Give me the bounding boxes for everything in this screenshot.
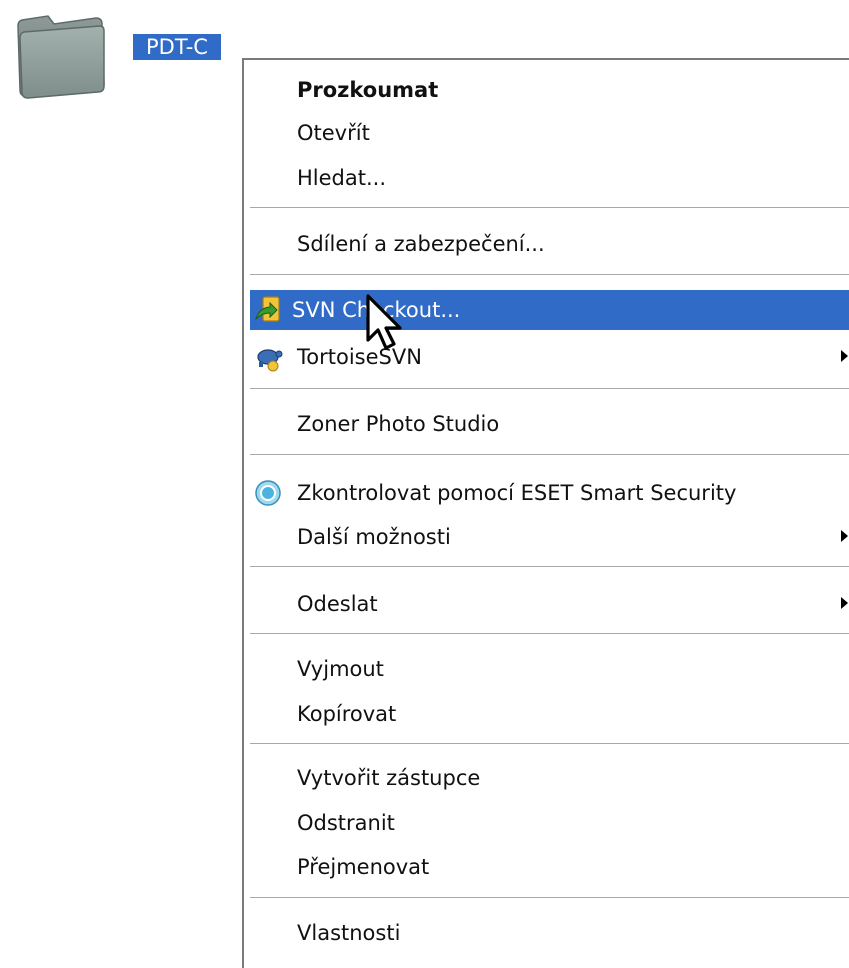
menu-item-hledat[interactable]: Hledat... <box>250 161 849 195</box>
menu-item-odstranit[interactable]: Odstranit <box>250 806 849 840</box>
menu-item-zoner-photo-studio[interactable]: Zoner Photo Studio <box>250 407 849 441</box>
menu-item-label: Vytvořit zástupce <box>297 766 481 790</box>
menu-item-svn-checkout[interactable]: SVN Checkout... <box>250 290 849 330</box>
submenu-arrow-icon <box>841 597 848 609</box>
menu-item-label: Zkontrolovat pomocí ESET Smart Security <box>297 481 737 505</box>
menu-item-eset-scan[interactable]: Zkontrolovat pomocí ESET Smart Security <box>250 476 849 510</box>
menu-item-label: Odstranit <box>297 811 395 835</box>
menu-separator <box>250 454 849 455</box>
eset-icon <box>255 480 281 506</box>
menu-item-label: Vlastnosti <box>297 921 401 945</box>
menu-item-kopirovat[interactable]: Kopírovat <box>250 697 849 731</box>
menu-item-label: Sdílení a zabezpečení... <box>297 232 545 256</box>
menu-item-label: Hledat... <box>297 166 387 190</box>
menu-item-label: Otevřít <box>297 121 370 145</box>
menu-item-label: Zoner Photo Studio <box>297 412 500 436</box>
folder-name-label[interactable]: PDT-C <box>133 34 221 60</box>
folder-icon[interactable] <box>12 6 108 102</box>
menu-item-label: TortoiseSVN <box>297 345 422 369</box>
menu-separator <box>250 207 849 208</box>
menu-item-sdileni[interactable]: Sdílení a zabezpečení... <box>250 227 849 261</box>
menu-separator <box>250 633 849 634</box>
menu-separator <box>250 897 849 898</box>
menu-item-prozkoumat[interactable]: Prozkoumat <box>250 73 849 107</box>
menu-item-otevrit[interactable]: Otevřít <box>250 116 849 150</box>
menu-item-vyjmout[interactable]: Vyjmout <box>250 652 849 686</box>
menu-separator <box>250 566 849 567</box>
menu-item-odeslat[interactable]: Odeslat <box>250 587 849 621</box>
menu-item-label: Odeslat <box>297 592 378 616</box>
submenu-arrow-icon <box>841 530 848 542</box>
menu-item-vlastnosti[interactable]: Vlastnosti <box>250 916 849 950</box>
menu-item-label: Prozkoumat <box>297 78 439 102</box>
menu-item-label: Další možnosti <box>297 525 451 549</box>
menu-item-label: Přejmenovat <box>297 855 430 879</box>
menu-item-dalsi-moznosti[interactable]: Další možnosti <box>250 520 849 554</box>
menu-item-label: Vyjmout <box>297 657 384 681</box>
menu-item-vytvorit-zastupce[interactable]: Vytvořit zástupce <box>250 761 849 795</box>
menu-item-tortoisesvn[interactable]: TortoiseSVN <box>250 340 849 374</box>
submenu-arrow-icon <box>841 350 848 362</box>
menu-item-label: Kopírovat <box>297 702 397 726</box>
menu-separator <box>250 743 849 744</box>
svn-checkout-icon <box>255 296 280 322</box>
menu-separator <box>250 274 849 275</box>
menu-item-label: SVN Checkout... <box>292 298 461 322</box>
menu-separator <box>250 388 849 389</box>
tortoisesvn-icon <box>257 349 283 372</box>
menu-item-prejmenovat[interactable]: Přejmenovat <box>250 850 849 884</box>
context-menu: Prozkoumat Otevřít Hledat... Sdílení a z… <box>242 58 849 968</box>
